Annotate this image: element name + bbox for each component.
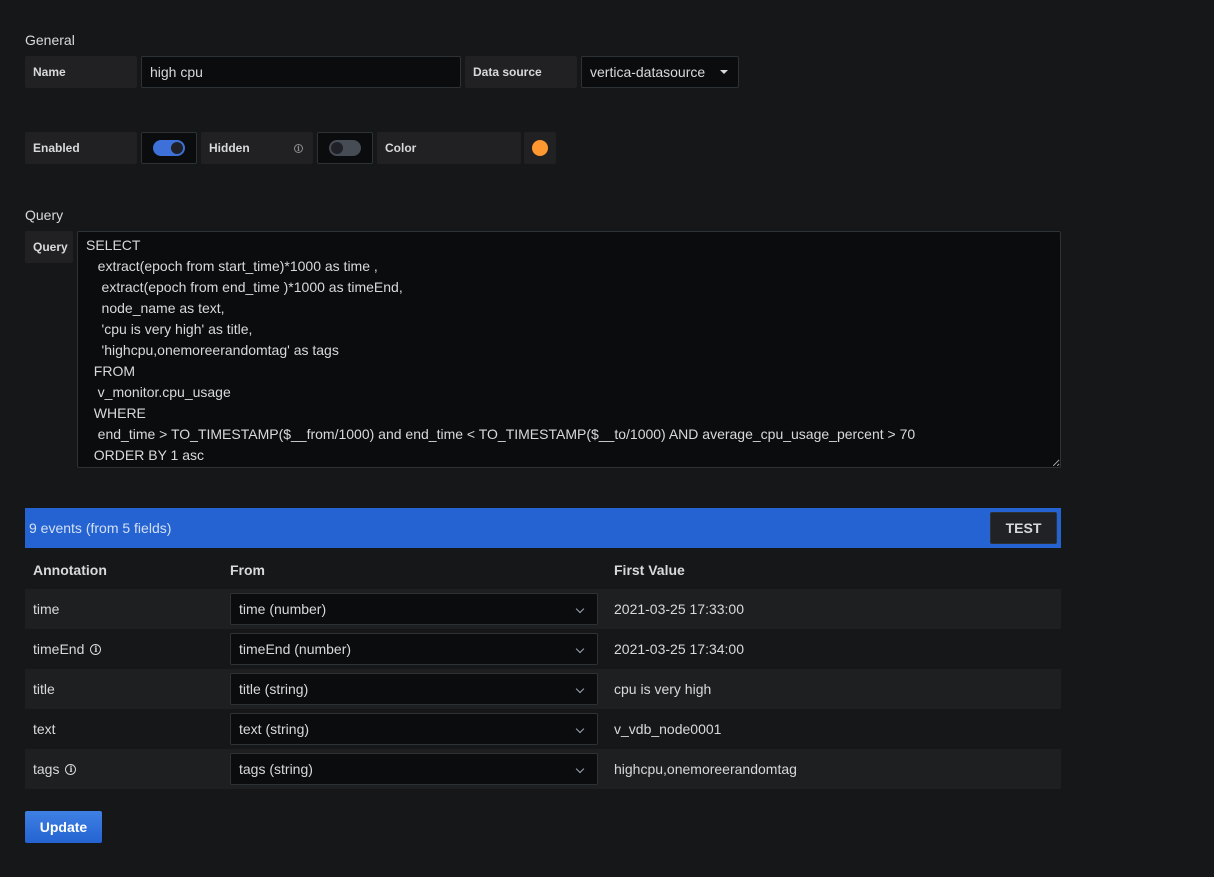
table-row: timeEnd i timeEnd (number) 2021-03-25 17:… — [25, 629, 1061, 669]
info-icon[interactable]: i — [90, 643, 102, 655]
first-value: 2021-03-25 17:33:00 — [614, 601, 744, 617]
annotation-name: title — [25, 681, 230, 697]
annotation-name-text: time — [33, 601, 60, 617]
first-value: cpu is very high — [614, 681, 712, 697]
annotation-name: tags i — [25, 761, 230, 777]
annotation-name-text: text — [33, 721, 56, 737]
first-value: highcpu,onemoreerandomtag — [614, 761, 797, 777]
chevron-down-icon — [575, 604, 585, 614]
header-annotation: Annotation — [33, 562, 107, 578]
from-select-value: time (number) — [239, 601, 327, 617]
annotation-name: timeEnd i — [25, 641, 230, 657]
info-icon[interactable]: i — [65, 763, 77, 775]
from-select[interactable]: tags (string) — [230, 753, 598, 785]
color-label: Color — [377, 132, 521, 164]
from-select[interactable]: title (string) — [230, 673, 598, 705]
header-first-value: First Value — [614, 562, 685, 578]
query-label: Query — [25, 231, 73, 263]
annotation-name-text: timeEnd — [33, 641, 85, 657]
color-picker[interactable] — [524, 132, 556, 164]
datasource-value: vertica-datasource — [590, 64, 706, 80]
annotation-name-text: tags — [33, 761, 60, 777]
chevron-down-icon — [575, 644, 585, 654]
annotation-name-text: title — [33, 681, 55, 697]
from-select-value: title (string) — [239, 681, 309, 697]
annotation-name: time — [25, 601, 230, 617]
from-select-value: text (string) — [239, 721, 310, 737]
name-label: Name — [25, 56, 137, 88]
query-section-title: Query — [25, 207, 64, 223]
chevron-down-icon — [575, 724, 585, 734]
table-row: time time (number) 2021-03-25 17:33:00 — [25, 589, 1061, 629]
table-row: title title (string) cpu is very high — [25, 669, 1061, 709]
update-button[interactable]: Update — [25, 811, 102, 843]
table-row: text text (string) v_vdb_node0001 — [25, 709, 1061, 749]
first-value: 2021-03-25 17:34:00 — [614, 641, 744, 657]
enabled-toggle[interactable] — [153, 140, 185, 156]
general-section-title: General — [25, 32, 75, 48]
enabled-switch-container[interactable] — [141, 132, 197, 164]
chevron-down-icon — [575, 684, 585, 694]
enabled-label: Enabled — [25, 132, 137, 164]
annotation-name: text — [25, 721, 230, 737]
color-swatch[interactable] — [532, 140, 548, 156]
from-select[interactable]: timeEnd (number) — [230, 633, 598, 665]
from-select-value: tags (string) — [239, 761, 313, 777]
header-from: From — [230, 562, 265, 578]
chevron-down-icon — [575, 764, 585, 774]
test-button[interactable]: TEST — [990, 512, 1057, 544]
caret-down-icon — [720, 70, 728, 74]
hidden-switch-container[interactable] — [317, 132, 373, 164]
table-row: tags i tags (string) highcpu,onemoreerand… — [25, 749, 1061, 789]
from-select[interactable]: time (number) — [230, 593, 598, 625]
datasource-select[interactable]: vertica-datasource — [581, 56, 739, 88]
info-icon[interactable]: i — [294, 143, 303, 153]
results-summary: 9 events (from 5 fields) — [29, 520, 172, 536]
query-editor[interactable]: SELECT extract(epoch from start_time)*10… — [77, 231, 1061, 468]
results-banner: 9 events (from 5 fields) — [25, 508, 1061, 548]
name-input[interactable]: high cpu — [141, 56, 461, 88]
hidden-label-container: Hidden i — [201, 132, 313, 164]
datasource-label: Data source — [465, 56, 577, 88]
hidden-toggle[interactable] — [329, 140, 361, 156]
from-select-value: timeEnd (number) — [239, 641, 352, 657]
first-value: v_vdb_node0001 — [614, 721, 722, 737]
from-select[interactable]: text (string) — [230, 713, 598, 745]
mapping-table: time time (number) 2021-03-25 17:33:00 t… — [25, 589, 1061, 789]
hidden-label: Hidden — [209, 141, 250, 155]
